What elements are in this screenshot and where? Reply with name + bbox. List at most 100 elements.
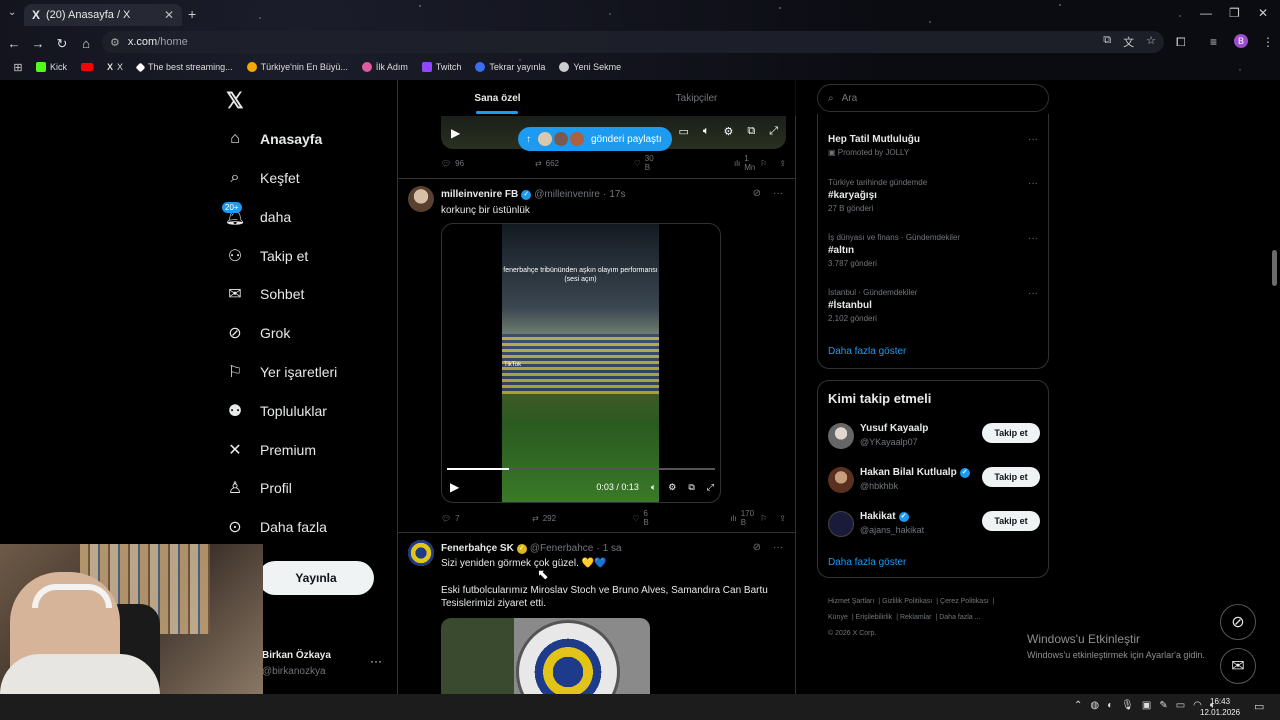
translate-icon[interactable]: 文 bbox=[1123, 34, 1134, 50]
more-icon[interactable]: ··· bbox=[773, 542, 783, 553]
pip-icon[interactable]: ⧉ bbox=[688, 482, 694, 493]
nav-item-follow[interactable]: ⚇ Takip et bbox=[226, 243, 308, 269]
trend-item[interactable]: İstanbul · Gündemdekiler #İstanbul 2.102… bbox=[828, 288, 1038, 323]
display-icon[interactable]: ▭ bbox=[1176, 700, 1185, 711]
more-icon[interactable]: ··· bbox=[1028, 134, 1038, 145]
avatar[interactable] bbox=[408, 186, 434, 212]
reply-button[interactable]: 💬︎ 7 bbox=[441, 514, 460, 523]
trends-show-more-link[interactable]: Daha fazla göster bbox=[828, 346, 906, 357]
follow-suggestion[interactable]: Hakan Bilal Kutlualp ✓ @hbkhbk Takip et bbox=[828, 467, 1040, 497]
tab-search-chevron-icon[interactable]: ⌄ bbox=[8, 7, 16, 18]
post-button[interactable]: Yayınla bbox=[258, 561, 374, 595]
search-input[interactable]: ⌕ Ara bbox=[817, 84, 1049, 112]
nav-item-home[interactable]: ⌂ Anasayfa bbox=[226, 126, 322, 152]
account-handle[interactable]: @birkanozkya bbox=[262, 666, 326, 677]
bookmark-yeni-sekme[interactable]: Yeni Sekme bbox=[559, 62, 621, 72]
bookmark-turkiye[interactable]: Türkiye'nin En Büyü... bbox=[246, 62, 348, 72]
volume-icon[interactable]: 🔈︎ bbox=[703, 125, 710, 138]
network-app-icon[interactable]: ◐ bbox=[1107, 700, 1113, 711]
tab-for-you[interactable]: Sana özel bbox=[398, 80, 597, 116]
capture-icon[interactable]: ▣ bbox=[1142, 700, 1151, 711]
follow-button[interactable]: Takip et bbox=[982, 423, 1040, 443]
play-icon[interactable]: ▶ bbox=[450, 480, 459, 494]
footer-link[interactable]: Daha fazla ... bbox=[939, 614, 980, 621]
bookmark-icon[interactable]: ⚐ bbox=[760, 514, 767, 523]
tweet-image[interactable] bbox=[441, 618, 650, 694]
taskbar-clock[interactable]: 16:43 12.01.2026 bbox=[1200, 696, 1240, 718]
volume-icon[interactable]: 🔈︎ bbox=[651, 482, 656, 493]
footer-link[interactable]: Künye bbox=[828, 614, 848, 621]
nav-item-messages[interactable]: ✉ Sohbet bbox=[226, 281, 304, 307]
nav-item-explore[interactable]: ⌕ Keşfet bbox=[226, 165, 300, 191]
notification-center-icon[interactable]: ▭ bbox=[1254, 700, 1264, 713]
minimize-icon[interactable]: — bbox=[1200, 6, 1212, 20]
site-info-icon[interactable]: ⚙ bbox=[110, 36, 120, 49]
microphone-icon[interactable]: 🎙︎ bbox=[1121, 700, 1134, 711]
account-more-icon[interactable]: ··· bbox=[370, 654, 382, 668]
grok-fab-icon[interactable]: ⊘ bbox=[1220, 604, 1256, 640]
forward-icon[interactable]: → bbox=[30, 36, 46, 51]
restore-icon[interactable]: ❐ bbox=[1229, 6, 1240, 20]
tweet-handle[interactable]: @Fenerbahce bbox=[530, 543, 594, 554]
bookmark-tekrar[interactable]: Tekrar yayınla bbox=[475, 62, 545, 72]
install-app-icon[interactable]: ⧉ bbox=[1103, 34, 1111, 50]
more-icon[interactable]: ··· bbox=[1028, 288, 1038, 299]
browser-tab-active[interactable]: X (20) Anasayfa / X ✕ bbox=[24, 4, 182, 26]
tray-expand-icon[interactable]: ⌃ bbox=[1074, 700, 1082, 711]
fullscreen-icon[interactable]: ⤢ bbox=[707, 482, 714, 493]
fullscreen-icon[interactable]: ⤢ bbox=[769, 125, 778, 138]
close-window-icon[interactable]: ✕ bbox=[1258, 6, 1268, 20]
bookmark-icon[interactable]: ⚐ bbox=[760, 159, 767, 168]
views-button[interactable]: ılı 1 Mn bbox=[734, 154, 760, 172]
footer-link[interactable]: Reklamlar bbox=[900, 614, 932, 621]
reload-icon[interactable]: ↻ bbox=[54, 36, 70, 52]
page-scrollbar[interactable] bbox=[1272, 250, 1277, 286]
account-name[interactable]: Birkan Özkaya bbox=[262, 650, 331, 661]
bookmark-twitch[interactable]: Twitch bbox=[421, 62, 461, 72]
settings-icon[interactable]: ⚙ bbox=[668, 482, 676, 493]
pen-icon[interactable]: ✎ bbox=[1159, 700, 1167, 711]
trend-item[interactable]: İş dünyası ve finans · Gündemdekiler #al… bbox=[828, 233, 1038, 268]
follow-suggestion[interactable]: Hakikat ✓ @ajans_hakikat Takip et bbox=[828, 511, 1040, 541]
grok-icon[interactable]: ⊘ bbox=[753, 188, 761, 199]
security-icon[interactable]: ◍ bbox=[1090, 700, 1099, 711]
video-progress[interactable] bbox=[447, 468, 715, 470]
nav-item-notifications[interactable]: 🔔︎ 20+ daha bbox=[222, 202, 291, 230]
back-icon[interactable]: ← bbox=[6, 36, 22, 51]
share-icon[interactable]: ⇪ bbox=[779, 514, 786, 523]
tweet-author-name[interactable]: Fenerbahçe SK bbox=[441, 543, 514, 554]
suggestion-name[interactable]: Hakan Bilal Kutlualp ✓ bbox=[860, 467, 970, 478]
nav-item-more[interactable]: ⊙ Daha fazla bbox=[226, 514, 327, 540]
bookmark-youtube[interactable] bbox=[81, 63, 94, 71]
x-logo-icon[interactable]: 𝕏 bbox=[226, 88, 244, 114]
nav-item-profile[interactable]: ♙ Profil bbox=[226, 475, 292, 501]
grok-icon[interactable]: ⊘ bbox=[753, 542, 761, 553]
more-icon[interactable]: ··· bbox=[773, 188, 783, 199]
trend-item[interactable]: Hep Tatil Mutluluğu ▣ Promoted by JOLLY … bbox=[828, 134, 1038, 157]
follow-button[interactable]: Takip et bbox=[982, 467, 1040, 487]
nav-item-communities[interactable]: ⚉ Topluluklar bbox=[226, 398, 327, 424]
bookmark-x[interactable]: XX bbox=[107, 62, 123, 72]
bookmark-ilk-adim[interactable]: İlk Adım bbox=[361, 62, 408, 72]
footer-link[interactable]: Hizmet Şartları bbox=[828, 598, 874, 605]
share-icon[interactable]: ⇪ bbox=[779, 159, 786, 168]
apps-grid-icon[interactable]: ⊞ bbox=[0, 61, 36, 74]
tweet-author-name[interactable]: milleinvenire FB bbox=[441, 189, 518, 200]
tweet-handle[interactable]: @milleinvenire bbox=[534, 189, 600, 200]
settings-icon[interactable]: ⚙ bbox=[723, 125, 733, 138]
play-icon[interactable]: ▶ bbox=[451, 126, 460, 140]
tweet-video[interactable]: fenerbahçe tribününden aşkın olayım perf… bbox=[441, 223, 721, 503]
home-button-icon[interactable]: ⌂ bbox=[78, 36, 94, 51]
footer-link[interactable]: Çerez Politikası bbox=[940, 598, 989, 605]
more-icon[interactable]: ··· bbox=[1028, 178, 1038, 189]
views-button[interactable]: ılı 170 B bbox=[730, 509, 760, 527]
trend-item[interactable]: Türkiye tarihinde gündemde #karyağışı 27… bbox=[828, 178, 1038, 213]
suggestion-name[interactable]: Yusuf Kayaalp bbox=[860, 423, 928, 434]
tweet-time[interactable]: 17s bbox=[609, 189, 625, 200]
more-icon[interactable]: ··· bbox=[1028, 233, 1038, 244]
media-control-icon[interactable]: ≡ bbox=[1210, 35, 1217, 49]
nav-item-premium[interactable]: ✕ Premium bbox=[226, 437, 316, 463]
nav-item-grok[interactable]: ⊘ Grok bbox=[226, 320, 290, 346]
follow-suggestion[interactable]: Yusuf Kayaalp @YKayaalp07 Takip et bbox=[828, 423, 1040, 453]
bookmark-streaming[interactable]: The best streaming... bbox=[135, 62, 233, 72]
